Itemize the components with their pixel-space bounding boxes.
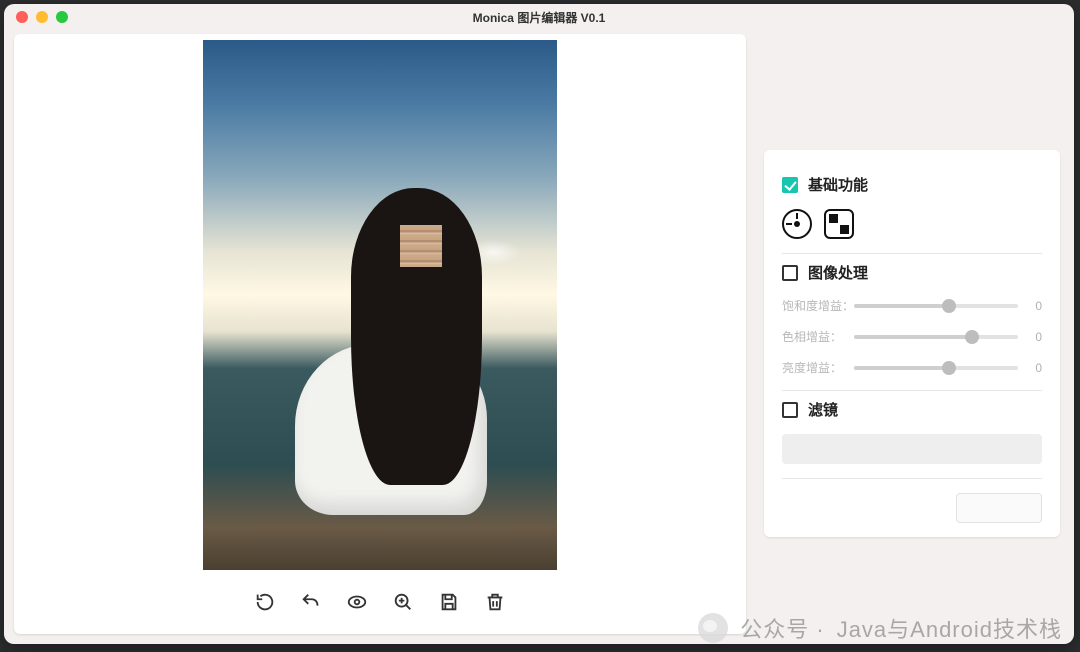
image-toolbar (253, 582, 507, 622)
filter-label: 滤镜 (808, 399, 838, 420)
app-window: Monica 图片编辑器 V0.1 (4, 4, 1074, 644)
rotate-icon[interactable] (253, 590, 277, 614)
apply-row (782, 493, 1042, 523)
brightness-value: 0 (1028, 361, 1042, 375)
image-processing-checkbox[interactable] (782, 265, 798, 281)
view-icon[interactable] (345, 590, 369, 614)
filter-checkbox[interactable] (782, 402, 798, 418)
undo-icon[interactable] (299, 590, 323, 614)
brightness-slider[interactable] (854, 366, 1018, 370)
brightness-thumb[interactable] (942, 361, 956, 375)
brightness-fill (854, 366, 949, 370)
image-processing-label: 图像处理 (808, 262, 868, 283)
window-title: Monica 图片编辑器 V0.1 (4, 9, 1074, 26)
basic-label: 基础功能 (808, 174, 868, 195)
section-filter: 滤镜 (782, 391, 1042, 479)
zoom-in-icon[interactable] (391, 590, 415, 614)
content-area: 基础功能 图像处理 饱和度增益： (4, 30, 1074, 644)
target-tool-button[interactable] (782, 209, 812, 239)
apply-button[interactable] (956, 493, 1042, 523)
saturation-value: 0 (1028, 299, 1042, 313)
section-basic: 基础功能 (782, 166, 1042, 254)
contrast-tool-button[interactable] (824, 209, 854, 239)
saturation-row: 饱和度增益： 0 (782, 297, 1042, 314)
saturation-label: 饱和度增益： (782, 297, 844, 314)
saturation-slider[interactable] (854, 304, 1018, 308)
decorative-subject (295, 188, 529, 559)
basic-checkbox[interactable] (782, 177, 798, 193)
filter-placeholder-button[interactable] (782, 434, 1042, 464)
brightness-label: 亮度增益： (782, 359, 844, 376)
brightness-row: 亮度增益： 0 (782, 359, 1042, 376)
hue-slider[interactable] (854, 335, 1018, 339)
titlebar: Monica 图片编辑器 V0.1 (4, 4, 1074, 30)
save-icon[interactable] (437, 590, 461, 614)
hue-label: 色相增益： (782, 328, 844, 345)
saturation-thumb[interactable] (942, 299, 956, 313)
image-preview[interactable] (203, 40, 557, 570)
hue-row: 色相增益： 0 (782, 328, 1042, 345)
section-image-processing: 图像处理 饱和度增益： 0 色相增益： (782, 254, 1042, 391)
controls-panel: 基础功能 图像处理 饱和度增益： (764, 150, 1060, 537)
delete-icon[interactable] (483, 590, 507, 614)
hue-thumb[interactable] (965, 330, 979, 344)
hue-value: 0 (1028, 330, 1042, 344)
canvas-panel (14, 34, 746, 634)
side-column: 基础功能 图像处理 饱和度增益： (764, 34, 1064, 634)
saturation-fill (854, 304, 949, 308)
hue-fill (854, 335, 972, 339)
